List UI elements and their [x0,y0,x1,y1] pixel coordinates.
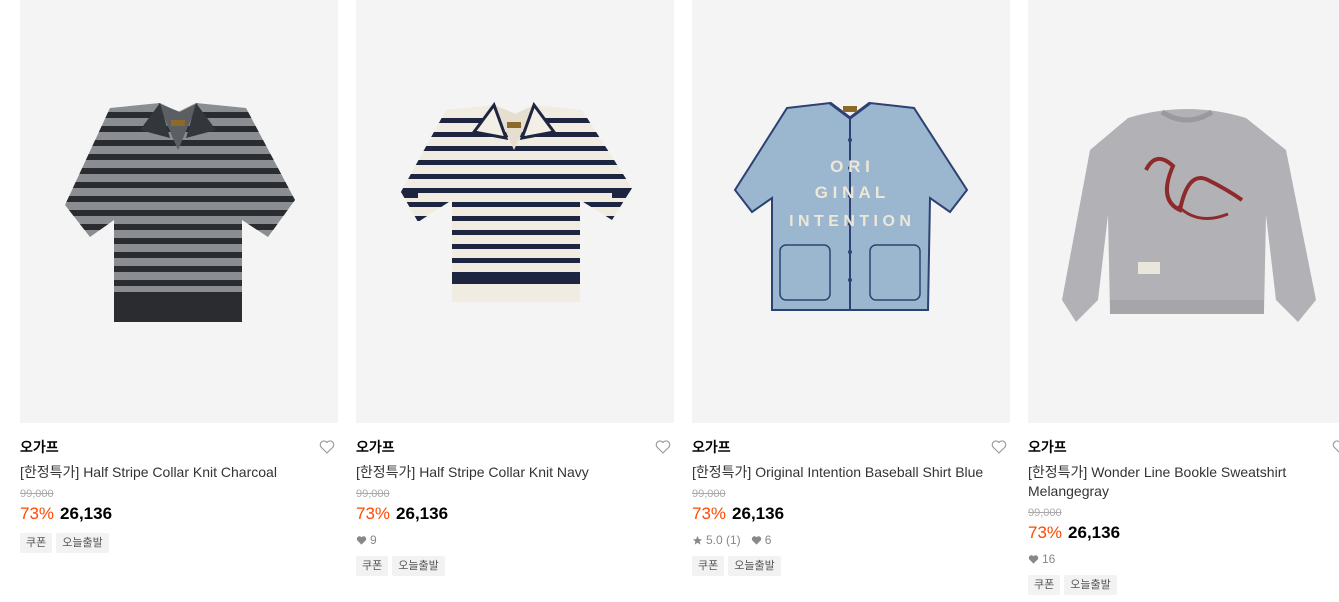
heart-outline-icon[interactable] [318,438,336,456]
product-image[interactable] [20,0,338,423]
same-day-shipping-tag: 오늘출발 [392,556,445,576]
product-card[interactable]: 오가프 [한정특가] Wonder Line Bookle Sweatshirt… [1028,0,1339,595]
star-icon [692,535,703,545]
heart-outline-icon[interactable] [1331,438,1339,456]
sale-price: 26,136 [60,504,113,523]
like-count: 16 [1028,552,1055,566]
product-name[interactable]: [한정특가] Half Stripe Collar Knit Navy [356,463,674,482]
like-count: 9 [356,533,377,547]
same-day-shipping-tag: 오늘출발 [728,556,781,576]
product-meta: 16 [1028,552,1339,566]
product-image[interactable]: O R I G I N A L I N T E N T I O N [692,0,1010,423]
heart-outline-icon[interactable] [990,438,1008,456]
product-card[interactable]: 오가프 [한정특가] Half Stripe Collar Knit Charc… [20,0,338,553]
original-price: 99,000 [692,488,726,500]
product-name[interactable]: [한정특가] Wonder Line Bookle Sweatshirt Mel… [1028,463,1339,501]
brand-name[interactable]: 오가프 [692,439,1010,455]
print-text-3: I N T E N T I O N [789,213,911,230]
heart-outline-icon[interactable] [654,438,672,456]
coupon-tag: 쿠폰 [20,533,53,553]
original-price: 99,000 [356,488,390,500]
heart-filled-icon [751,535,761,545]
price-row: 73% 26,136 [20,504,338,524]
product-card[interactable]: O R I G I N A L I N T E N T I O N 오가프 [한… [692,0,1010,576]
like-count-value: 9 [370,533,377,547]
same-day-shipping-tag: 오늘출발 [1064,575,1117,595]
product-meta: 5.0 (1) 6 [692,533,1010,547]
coupon-tag: 쿠폰 [1028,575,1061,595]
tag-list: 쿠폰 오늘출발 [356,556,674,576]
tag-list: 쿠폰 오늘출발 [692,556,1010,576]
price-row: 73% 26,136 [356,504,674,524]
heart-filled-icon [1028,554,1039,564]
product-image[interactable] [1028,0,1339,423]
original-price: 99,000 [20,488,54,500]
brand-name[interactable]: 오가프 [1028,439,1339,455]
tag-list: 쿠폰 오늘출발 [20,533,338,553]
discount-rate: 73% [1028,523,1063,542]
heart-filled-icon [356,535,367,545]
coupon-tag: 쿠폰 [356,556,389,576]
product-card[interactable]: 오가프 [한정특가] Half Stripe Collar Knit Navy … [356,0,674,576]
product-name[interactable]: [한정특가] Half Stripe Collar Knit Charcoal [20,463,338,482]
original-price: 99,000 [1028,507,1062,519]
brand-name[interactable]: 오가프 [20,439,338,455]
sale-price: 26,136 [1068,523,1121,542]
coupon-tag: 쿠폰 [692,556,725,576]
sale-price: 26,136 [396,504,449,523]
like-count: 6 [751,533,772,547]
discount-rate: 73% [20,504,55,523]
price-row: 73% 26,136 [1028,523,1339,543]
sale-price: 26,136 [732,504,785,523]
product-meta: 9 [356,533,674,547]
price-row: 73% 26,136 [692,504,1010,524]
rating-value: 5.0 (1) [706,533,741,547]
product-grid: 오가프 [한정특가] Half Stripe Collar Knit Charc… [0,0,1339,602]
like-count-value: 6 [764,533,772,547]
rating: 5.0 (1) [692,533,741,547]
product-name[interactable]: [한정특가] Original Intention Baseball Shirt… [692,463,1010,482]
tag-list: 쿠폰 오늘출발 [1028,575,1339,595]
discount-rate: 73% [356,504,391,523]
product-image[interactable] [356,0,674,423]
brand-name[interactable]: 오가프 [356,439,674,455]
discount-rate: 73% [692,504,727,523]
like-count-value: 16 [1042,552,1056,566]
same-day-shipping-tag: 오늘출발 [56,533,109,553]
print-text-1: O R I [830,157,870,176]
print-text-2: G I N A L [815,183,886,202]
